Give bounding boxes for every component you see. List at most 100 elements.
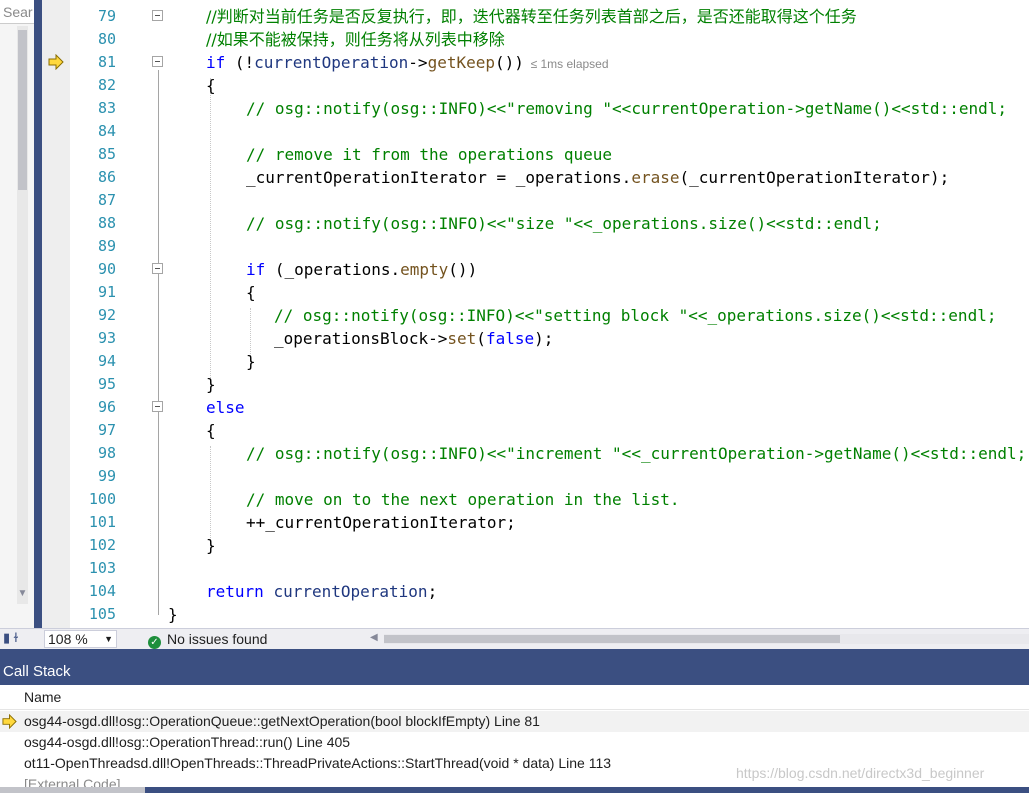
code-text: { <box>246 283 256 302</box>
code-text: if (_operations.empty()) <box>246 260 478 279</box>
code-text: { <box>206 421 216 440</box>
line-number: 92 <box>97 306 116 324</box>
search-input[interactable]: Sear <box>0 0 34 24</box>
panel-splitter[interactable] <box>0 649 1029 659</box>
code-line[interactable]: 96 else <box>42 396 1029 419</box>
code-line[interactable]: 92 // osg::notify(osg::INFO)<<"setting bl… <box>42 304 1029 327</box>
line-number: 80 <box>97 30 116 48</box>
line-number: 91 <box>97 283 116 301</box>
code-line[interactable]: 105} <box>42 603 1029 626</box>
code-text: // osg::notify(osg::INFO)<<"removing "<<… <box>246 99 1007 118</box>
code-text: else <box>206 398 245 417</box>
code-text: } <box>206 536 216 555</box>
code-line[interactable]: 104 return currentOperation; <box>42 580 1029 603</box>
code-text: //如果不能被保持，则任务将从列表中移除 <box>206 30 505 49</box>
code-line[interactable]: 97 { <box>42 419 1029 442</box>
code-text: // remove it from the operations queue <box>246 145 613 164</box>
code-line[interactable]: 83 // osg::notify(osg::INFO)<<"removing "… <box>42 97 1029 120</box>
line-number: 104 <box>88 582 116 600</box>
code-text: _operationsBlock->set(false); <box>274 329 554 348</box>
code-line[interactable]: 98 // osg::notify(osg::INFO)<<"increment … <box>42 442 1029 465</box>
code-text: // osg::notify(osg::INFO)<<"setting bloc… <box>274 306 997 325</box>
horizontal-scroll-thumb[interactable] <box>384 635 840 643</box>
code-text: if (!currentOperation->getKeep()) ≤ 1ms … <box>206 53 609 72</box>
line-number: 90 <box>97 260 116 278</box>
zoom-value: 108 % <box>48 631 88 647</box>
code-text: return currentOperation; <box>206 582 438 601</box>
call-stack-scroll-thumb[interactable] <box>0 787 145 793</box>
code-line[interactable]: 87 <box>42 189 1029 212</box>
line-number: 95 <box>97 375 116 393</box>
code-line[interactable]: 82 { <box>42 74 1029 97</box>
code-line[interactable]: 99 <box>42 465 1029 488</box>
perf-tip-hint[interactable]: ≤ 1ms elapsed <box>524 57 609 71</box>
call-stack-frame-name: osg44-osgd.dll!osg::OperationQueue::getN… <box>24 713 540 729</box>
code-text: ++_currentOperationIterator; <box>246 513 516 532</box>
code-line[interactable]: 81 if (!currentOperation->getKeep()) ≤ 1m… <box>42 51 1029 74</box>
scroll-left-icon[interactable]: ◀ <box>370 632 378 643</box>
code-line[interactable]: 94} <box>42 350 1029 373</box>
call-stack-header: Name <box>0 685 1029 710</box>
check-circle-icon: ✓ <box>148 636 161 649</box>
line-number: 98 <box>97 444 116 462</box>
code-text: { <box>206 76 216 95</box>
call-stack-frame-name: osg44-osgd.dll!osg::OperationThread::run… <box>24 734 351 750</box>
line-number: 99 <box>97 467 116 485</box>
call-stack-row[interactable]: osg44-osgd.dll!osg::OperationThread::run… <box>0 732 1029 753</box>
code-text: } <box>168 605 178 624</box>
code-line[interactable]: 86 _currentOperationIterator = _operation… <box>42 166 1029 189</box>
code-line[interactable]: 93 _operationsBlock->set(false); <box>42 327 1029 350</box>
code-line[interactable]: 90 if (_operations.empty()) <box>42 258 1029 281</box>
panel-divider <box>34 0 42 655</box>
line-number: 82 <box>97 76 116 94</box>
code-line[interactable]: 102} <box>42 534 1029 557</box>
code-text: //判断对当前任务是否反复执行，即，迭代器转至任务列表首部之后，是否还能取得这个… <box>206 7 857 26</box>
call-stack-scrollbar[interactable] <box>0 787 1029 793</box>
code-line[interactable]: 103 <box>42 557 1029 580</box>
line-number: 102 <box>88 536 116 554</box>
column-header-name[interactable]: Name <box>24 685 61 710</box>
status-icons: ▮ ɫ <box>3 630 19 645</box>
code-text: } <box>246 352 256 371</box>
left-panel-scroll-thumb[interactable] <box>18 30 27 190</box>
issues-text: No issues found <box>167 631 268 647</box>
call-stack-frame-name: ot11-OpenThreadsd.dll!OpenThreads::Threa… <box>24 755 612 771</box>
code-line[interactable]: 79 //判断对当前任务是否反复执行，即，迭代器转至任务列表首部之后，是否还能取得… <box>42 5 1029 28</box>
left-panel-scrollbar[interactable] <box>17 26 28 604</box>
code-text: // move on to the next operation in the … <box>246 490 680 509</box>
collapse-icon[interactable] <box>152 401 163 412</box>
code-line[interactable]: 85 // remove it from the operations queue <box>42 143 1029 166</box>
line-number: 103 <box>88 559 116 577</box>
line-number: 89 <box>97 237 116 255</box>
line-number: 86 <box>97 168 116 186</box>
zoom-select[interactable]: 108 % ▼ <box>44 630 117 648</box>
line-number: 87 <box>97 191 116 209</box>
line-number: 94 <box>97 352 116 370</box>
code-line[interactable]: 80 //如果不能被保持，则任务将从列表中移除 <box>42 28 1029 51</box>
code-text: } <box>206 375 216 394</box>
code-line[interactable]: 95} <box>42 373 1029 396</box>
issues-indicator[interactable]: ✓ No issues found <box>148 630 268 649</box>
line-number: 79 <box>97 7 116 25</box>
collapse-icon[interactable] <box>152 56 163 67</box>
chevron-down-icon[interactable]: ▼ <box>104 631 113 647</box>
call-stack-row[interactable]: osg44-osgd.dll!osg::OperationQueue::getN… <box>0 711 1029 732</box>
code-line[interactable]: 88 // osg::notify(osg::INFO)<<"size "<<_o… <box>42 212 1029 235</box>
line-number: 105 <box>88 605 116 623</box>
collapse-icon[interactable] <box>152 10 163 21</box>
code-line[interactable]: 91 { <box>42 281 1029 304</box>
horizontal-scrollbar[interactable] <box>384 634 1029 644</box>
code-text: // osg::notify(osg::INFO)<<"size "<<_ope… <box>246 214 882 233</box>
code-line[interactable]: 100 // move on to the next operation in t… <box>42 488 1029 511</box>
scroll-down-icon[interactable]: ▼ <box>17 588 28 599</box>
editor-status-bar: ▮ ɫ 108 % ▼ ✓ No issues found ◀ <box>0 628 1029 649</box>
watermark-text: https://blog.csdn.net/directx3d_beginner <box>736 765 985 781</box>
line-number: 83 <box>97 99 116 117</box>
code-editor[interactable]: 79 //判断对当前任务是否反复执行，即，迭代器转至任务列表首部之后，是否还能取得… <box>42 0 1029 628</box>
collapse-icon[interactable] <box>152 263 163 274</box>
code-line[interactable]: 101 ++_currentOperationIterator; <box>42 511 1029 534</box>
code-line[interactable]: 84 <box>42 120 1029 143</box>
code-line[interactable]: 89 <box>42 235 1029 258</box>
current-frame-arrow-icon <box>2 714 17 729</box>
code-text: // osg::notify(osg::INFO)<<"increment "<… <box>246 444 1027 463</box>
